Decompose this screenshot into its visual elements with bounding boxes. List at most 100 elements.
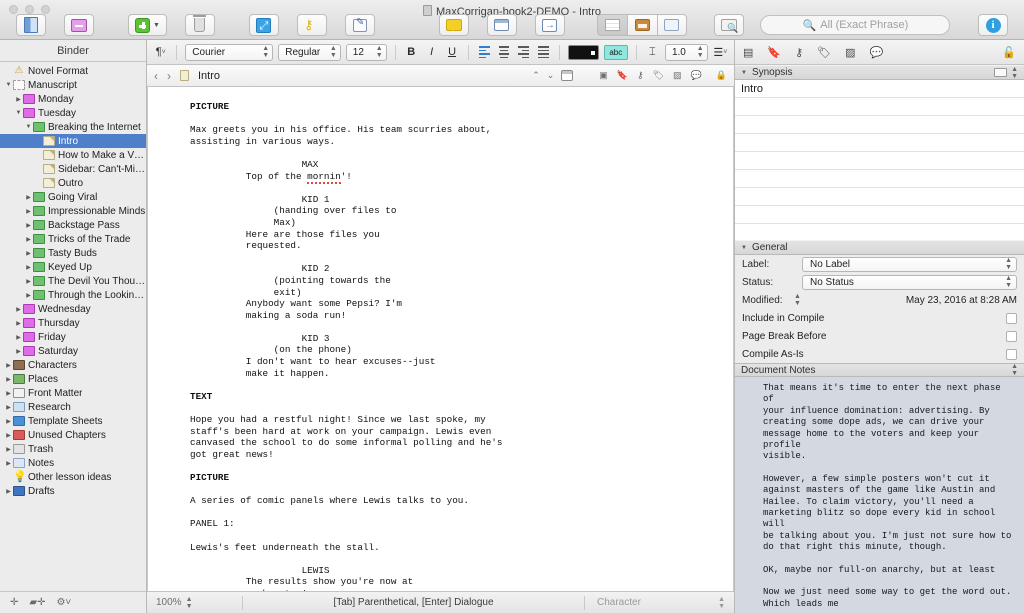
export-button[interactable]: → [534,14,565,36]
twisty-closed-icon[interactable]: ▶ [4,390,13,397]
twisty-closed-icon[interactable]: ▶ [4,460,13,467]
stepper-icon[interactable]: ▲ ▼ [1011,66,1018,80]
add-item-icon[interactable]: ✛ [10,597,18,608]
layout-document-button[interactable] [596,14,627,36]
editor-scroll-area[interactable]: PICTURE Max greets you in his office. His… [147,87,734,591]
binder-item[interactable]: ▶ Backstage Pass [0,218,146,232]
add-button[interactable]: ▼ [128,14,167,36]
twisty-closed-icon[interactable]: ▶ [14,306,23,313]
layout-corkboard-button[interactable] [626,14,657,36]
binder-item[interactable]: ⚠ Novel Format [0,64,146,78]
highlight-color-well[interactable]: abc [603,44,628,60]
twisty-closed-icon[interactable]: ▶ [24,208,33,215]
align-justify-button[interactable] [536,44,551,60]
twisty-closed-icon[interactable]: ▶ [24,194,33,201]
search-input[interactable]: 🔍 All (Exact Phrase) [760,15,951,35]
binder-item[interactable]: ▶ Thursday [0,316,146,330]
binder-item[interactable]: 💡 Other lesson ideas [0,470,146,484]
binder-item[interactable]: ▶ Through the Looking... [0,288,146,302]
twisty-closed-icon[interactable]: ▶ [14,334,23,341]
comment-icon[interactable]: 💬 [691,70,702,81]
align-right-button[interactable] [516,44,531,60]
inspector-notes-icon[interactable]: ▤ [743,46,753,59]
twisty-closed-icon[interactable]: ▶ [4,432,13,439]
document-notes-header[interactable]: Document Notes ▲ ▼ [735,363,1024,377]
binder-item[interactable]: ▶ Notes [0,456,146,470]
twisty-closed-icon[interactable]: ▶ [4,404,13,411]
binder-item[interactable]: Outro [0,176,146,190]
binder-item[interactable]: ▶ Characters [0,358,146,372]
binder-item[interactable]: How to Make a Vid... [0,148,146,162]
italic-button[interactable]: I [424,44,439,61]
binder-item[interactable]: ▶ Unused Chapters [0,428,146,442]
binder-item[interactable]: ▶ Template Sheets [0,414,146,428]
twisty-closed-icon[interactable]: ▶ [4,418,13,425]
inspector-metadata-icon[interactable]: 🏷 [817,46,831,59]
align-center-button[interactable] [497,44,512,60]
twisty-closed-icon[interactable]: ▶ [24,222,33,229]
twisty-closed-icon[interactable]: ▶ [4,446,13,453]
synopsis-text[interactable]: Intro [735,80,1024,240]
twisty-open-icon[interactable]: ▼ [24,124,33,130]
font-family-select[interactable]: Courier ▲ ▼ [185,43,274,61]
keyword-icon[interactable]: ⚷ [637,70,644,81]
binder-item[interactable]: ▶ Research [0,400,146,414]
label-select[interactable]: No Label ▲ ▼ [802,256,1017,272]
binder-item[interactable]: ▶ Monday [0,92,146,106]
twisty-closed-icon[interactable]: ▶ [24,250,33,257]
keywords-button[interactable]: ⚷ [296,14,327,36]
include-in-compile-checkbox[interactable] [1006,312,1017,324]
twisty-closed-icon[interactable]: ▶ [14,320,23,327]
toggle-collections-button[interactable] [64,14,94,36]
binder-item[interactable]: ▼ Breaking the Internet [0,120,146,134]
font-style-select[interactable]: Regular ▲ ▼ [278,43,341,61]
twisty-open-icon[interactable]: ▼ [4,82,13,88]
chevron-down-icon[interactable]: ⌄ [547,70,555,81]
twisty-closed-icon[interactable]: ▶ [24,278,33,285]
twisty-closed-icon[interactable]: ▶ [24,292,33,299]
script-element-select[interactable]: Character ▲ ▼ [584,595,734,610]
photo-icon[interactable]: ▨ [673,70,682,81]
inspector-toggle-button[interactable]: i [978,14,1008,36]
binder-item[interactable]: ▶ Impressionable Minds [0,204,146,218]
snapshot-icon[interactable]: ▣ [599,70,608,81]
synopsis-header[interactable]: ▼ Synopsis ▲ ▼ [735,65,1024,80]
page-break-before-row[interactable]: Page Break Before [735,327,1024,345]
binder-item[interactable]: ▼ Tuesday [0,106,146,120]
include-in-compile-row[interactable]: Include in Compile [735,309,1024,327]
quick-ref-button[interactable] [486,14,517,36]
stepper-icon[interactable]: ▲ ▼ [1011,363,1018,377]
search-scope-button[interactable] [714,14,745,36]
forward-button[interactable]: › [167,69,171,83]
compile-as-is-row[interactable]: Compile As-Is [735,345,1024,363]
inspector-comments-icon[interactable]: 💬 [870,46,884,59]
bookmark-icon[interactable]: 🔖 [617,70,628,81]
twisty-closed-icon[interactable]: ▶ [4,362,13,369]
line-spacing-select[interactable]: 1.0 ▲ ▼ [664,43,708,61]
font-size-select[interactable]: 12 ▲ ▼ [345,43,387,61]
twisty-closed-icon[interactable]: ▶ [24,236,33,243]
binder-item[interactable]: ▶ Places [0,372,146,386]
gear-icon[interactable]: ⚙˅ [56,597,71,608]
binder-item[interactable]: ▶ Keyed Up [0,260,146,274]
text-color-well[interactable] [567,44,599,60]
layout-outline-button[interactable] [656,14,687,36]
compose-button[interactable] [344,14,375,36]
inspector-bookmark-icon[interactable]: 🔖 [767,46,781,59]
binder-item[interactable]: Intro [0,134,146,148]
compile-as-is-checkbox[interactable] [1006,348,1017,360]
binder-item[interactable]: ▶ Tasty Buds [0,246,146,260]
inspector-snapshots-icon[interactable]: ▨ [845,46,855,59]
twisty-closed-icon[interactable]: ▶ [24,264,33,271]
binder-item[interactable]: ▶ Trash [0,442,146,456]
list-button[interactable]: ☰ ˅ [713,44,728,61]
binder-item[interactable]: ▶ Front Matter [0,386,146,400]
toggle-binder-button[interactable] [16,14,46,36]
stepper-icon[interactable]: ▲ ▼ [186,596,193,610]
binder-item[interactable]: ▶ Saturday [0,344,146,358]
zoom-control[interactable]: 100% ▲ ▼ [147,595,243,610]
tag-icon[interactable]: 🏷 [653,70,664,81]
status-select[interactable]: No Status ▲ ▼ [802,274,1017,290]
chevron-up-icon[interactable]: ⌃ [532,70,540,81]
underline-button[interactable]: U [444,44,459,61]
